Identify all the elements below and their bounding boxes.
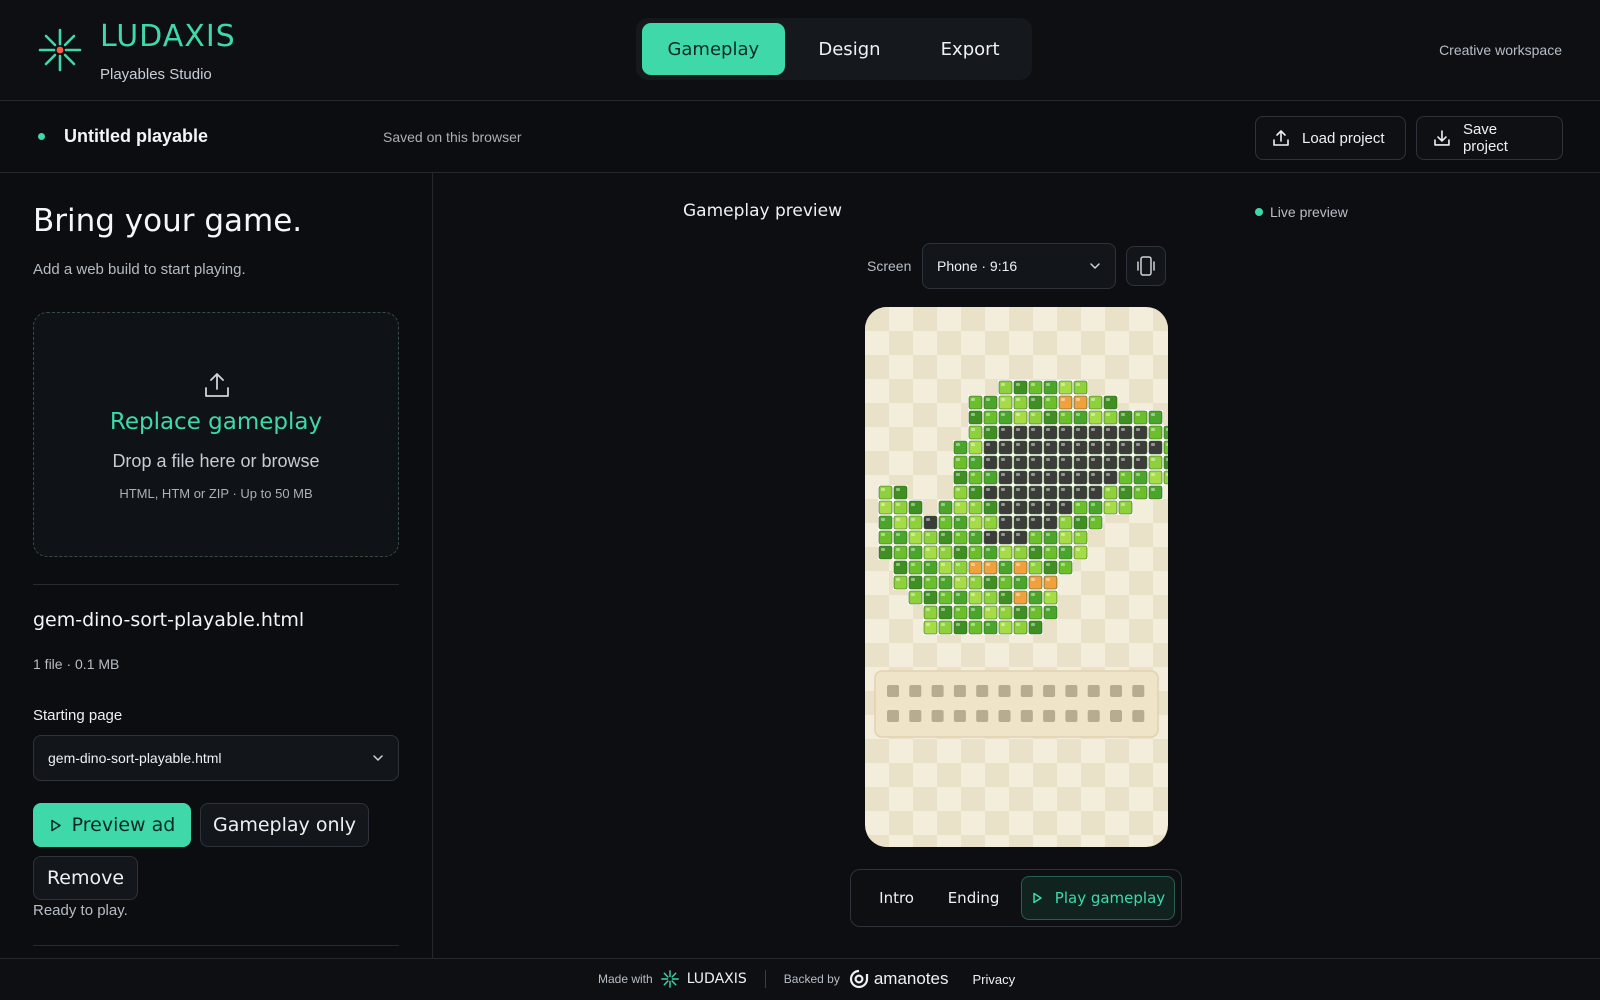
play-icon: [1033, 892, 1042, 904]
starting-page-value: gem-dino-sort-playable.html: [48, 750, 222, 766]
live-preview-label: Live preview: [1270, 204, 1348, 220]
load-project-label: Load project: [1302, 129, 1385, 147]
scene-tab-intro[interactable]: Intro: [863, 876, 930, 920]
scene-tab-ending[interactable]: Ending: [930, 876, 1017, 920]
brand[interactable]: LUDAXIS Playables Studio: [38, 22, 236, 83]
privacy-link[interactable]: Privacy: [973, 972, 1016, 987]
rotate-device-button[interactable]: [1126, 246, 1166, 286]
chevron-down-icon: [373, 755, 383, 762]
file-meta: 1 file · 0.1 MB: [33, 656, 120, 672]
tab-design[interactable]: Design: [785, 23, 915, 75]
gameplay-preview-frame[interactable]: [865, 307, 1168, 847]
tab-gameplay[interactable]: Gameplay: [642, 23, 785, 75]
dropzone-title: Replace gameplay: [109, 409, 323, 435]
upload-icon: [1273, 130, 1289, 146]
preview-ad-label: Preview ad: [71, 814, 176, 836]
divider: [33, 584, 399, 585]
dropzone-hint: HTML, HTM or ZIP · Up to 50 MB: [119, 486, 313, 501]
starting-page-label: Starting page: [33, 707, 123, 724]
preview-ad-button[interactable]: Preview ad: [33, 803, 191, 847]
remove-button[interactable]: Remove: [33, 856, 138, 900]
amanotes-logo-icon: [849, 969, 868, 989]
preview-title: Gameplay preview: [683, 201, 843, 221]
scene-tabs: Intro Ending Play gameplay: [850, 869, 1182, 927]
status-text: Ready to play.: [33, 902, 128, 919]
file-dropzone[interactable]: Replace gameplay Drop a file here or bro…: [33, 312, 399, 557]
amanotes-logo[interactable]: amanotes: [848, 968, 949, 990]
load-project-button[interactable]: Load project: [1255, 116, 1406, 160]
footer-divider: [764, 970, 766, 988]
starting-page-select[interactable]: gem-dino-sort-playable.html: [33, 735, 399, 781]
screen-size-select[interactable]: Phone · 9:16: [922, 243, 1116, 289]
amanotes-wordmark: amanotes: [873, 969, 949, 988]
dropzone-instruction: Drop a file here or browse: [112, 451, 320, 471]
play-icon: [50, 819, 61, 831]
play-gameplay-button[interactable]: Play gameplay: [1020, 876, 1175, 920]
rotate-device-icon: [1137, 256, 1155, 276]
mode-tabs: Gameplay Design Export: [636, 18, 1032, 80]
panel-subtitle: Add a web build to start playing.: [33, 261, 246, 278]
gameplay-only-button[interactable]: Gameplay only: [200, 803, 369, 847]
brand-name: LUDAXIS: [100, 19, 236, 54]
backed-by-label: Backed by: [783, 972, 840, 986]
ludaxis-logo-icon: [38, 28, 82, 72]
save-project-button[interactable]: Save project: [1416, 116, 1563, 160]
gameplay-canvas[interactable]: [865, 307, 1168, 847]
footer-brand-name[interactable]: LUDAXIS: [687, 971, 747, 987]
brand-subtitle: Playables Studio: [100, 66, 212, 83]
panel-title: Bring your game.: [33, 203, 303, 239]
workspace-label: Creative workspace: [1439, 42, 1562, 58]
made-with-label: Made with: [598, 972, 653, 986]
chevron-down-icon: [1090, 263, 1100, 270]
save-project-label: Save project: [1462, 121, 1508, 155]
save-status: Saved on this browser: [383, 129, 522, 145]
footer-credits: Made with LUDAXIS Backed by amanotes Pri…: [598, 968, 1015, 990]
screen-size-value: Phone · 9:16: [937, 258, 1018, 274]
upload-icon: [205, 373, 229, 397]
play-gameplay-label: Play gameplay: [1054, 889, 1166, 907]
download-icon: [1434, 130, 1450, 146]
file-name: gem-dino-sort-playable.html: [33, 609, 305, 631]
project-status-dot: [38, 133, 45, 140]
divider: [33, 945, 399, 946]
screen-label: Screen: [867, 258, 912, 274]
ludaxis-logo-icon: [660, 970, 679, 988]
project-title[interactable]: Untitled playable: [64, 126, 208, 147]
tab-export[interactable]: Export: [914, 23, 1026, 75]
live-indicator-dot: [1255, 208, 1263, 216]
